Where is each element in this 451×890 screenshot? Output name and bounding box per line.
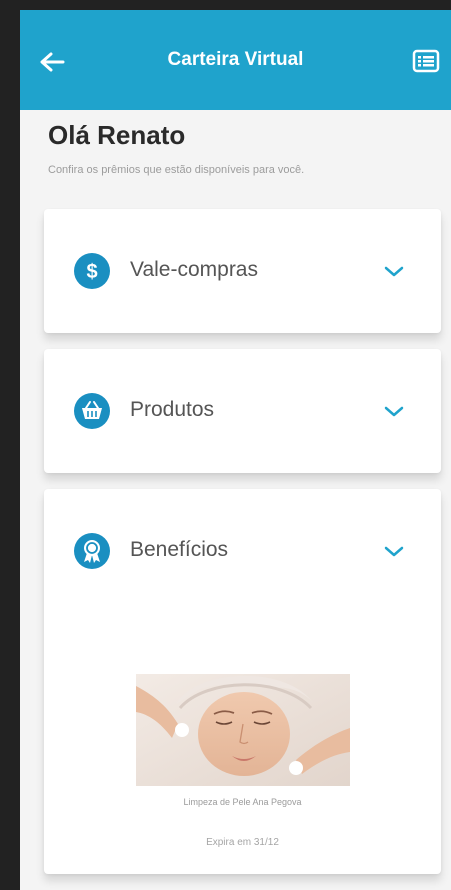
greeting-subtitle: Confira os prêmios que estão disponíveis… (48, 164, 305, 176)
section-label: Vale-compras (130, 258, 258, 281)
chevron-down-icon (384, 546, 404, 557)
section-header-produtos[interactable]: Produtos (44, 349, 441, 473)
wallet-menu-button[interactable] (408, 46, 444, 76)
section-card-produtos: Produtos (44, 349, 441, 473)
basket-icon (74, 393, 110, 429)
section-header-vale-compras[interactable]: $ Vale-compras (44, 209, 441, 333)
greeting-title: Olá Renato (48, 120, 186, 150)
svg-text:$: $ (86, 261, 97, 283)
benefit-image[interactable] (136, 674, 350, 786)
section-card-vale-compras: $ Vale-compras (44, 209, 441, 333)
award-badge-icon (74, 533, 110, 569)
list-icon (412, 49, 440, 73)
section-label: Produtos (130, 398, 215, 421)
app-screen: Carteira Virtual Olá Renato Confira os p… (20, 10, 451, 890)
page-title: Carteira Virtual (167, 49, 304, 70)
dollar-icon: $ (74, 253, 110, 289)
section-label: Benefícios (130, 538, 229, 561)
chevron-down-icon (384, 266, 404, 277)
benefit-expiry: Expira em 31/12 (206, 837, 279, 848)
section-header-beneficios[interactable]: Benefícios (44, 489, 441, 613)
top-app-bar: Carteira Virtual (20, 10, 451, 110)
benefit-name: Limpeza de Pele Ana Pegova (183, 797, 302, 807)
section-card-beneficios: Benefícios Limpeza de Pele Ana Pegova Ex… (44, 489, 441, 874)
chevron-down-icon (384, 406, 404, 417)
